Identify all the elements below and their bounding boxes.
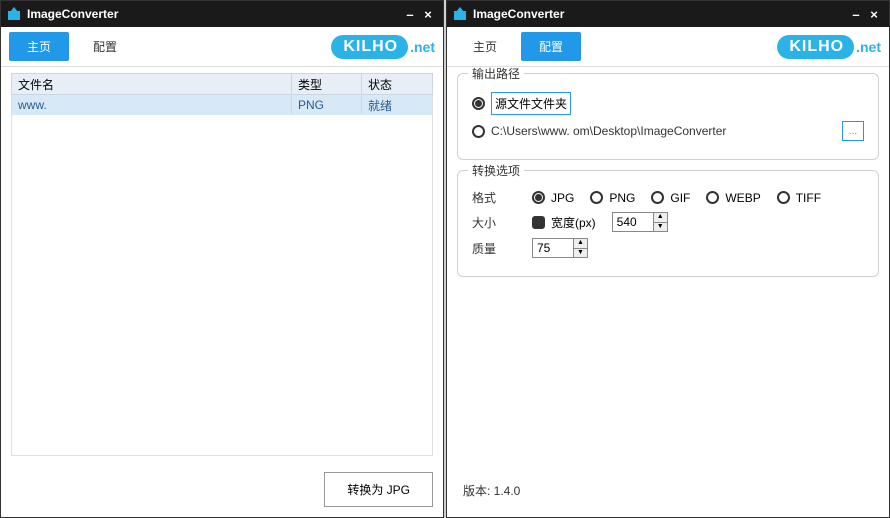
spin-down-icon[interactable]: ▼ bbox=[574, 249, 587, 258]
radio-icon bbox=[532, 191, 545, 204]
convert-button[interactable]: 转换为 JPG bbox=[324, 472, 433, 507]
width-field[interactable] bbox=[613, 213, 653, 231]
app-icon bbox=[7, 7, 21, 21]
table-body[interactable]: www. PNG 就绪 bbox=[11, 95, 433, 456]
app-icon bbox=[453, 7, 467, 21]
tab-main[interactable]: 主页 bbox=[455, 32, 515, 61]
close-button[interactable]: × bbox=[419, 5, 437, 23]
tab-main[interactable]: 主页 bbox=[9, 32, 69, 61]
config-window: ImageConverter – × 主页 配置 KILHO .net 输出路径… bbox=[446, 0, 890, 518]
col-status[interactable]: 状态 bbox=[362, 74, 432, 95]
toolbar: 主页 配置 KILHO .net bbox=[1, 27, 443, 67]
radio-custom-path[interactable]: C:\Users\www. om\Desktop\ImageConverter … bbox=[472, 121, 864, 141]
quality-field[interactable] bbox=[533, 239, 573, 257]
quality-input[interactable]: ▲▼ bbox=[532, 238, 588, 258]
spin-down-icon[interactable]: ▼ bbox=[654, 223, 667, 232]
radio-icon bbox=[590, 191, 603, 204]
logo-suffix: .net bbox=[856, 39, 881, 55]
radio-icon bbox=[651, 191, 664, 204]
group-title: 转换选项 bbox=[468, 162, 524, 179]
file-list-panel: 文件名 类型 状态 www. PNG 就绪 bbox=[1, 67, 443, 462]
format-tiff[interactable]: TIFF bbox=[777, 191, 821, 205]
spin-up-icon[interactable]: ▲ bbox=[654, 213, 667, 223]
radio-icon bbox=[777, 191, 790, 204]
bottom-bar: 转换为 JPG bbox=[1, 462, 443, 517]
main-window: ImageConverter – × 主页 配置 KILHO .net 文件名 … bbox=[0, 0, 444, 518]
radio-icon bbox=[472, 125, 485, 138]
format-label: 格式 bbox=[472, 189, 532, 206]
table-header: 文件名 类型 状态 bbox=[11, 73, 433, 95]
spin-up-icon[interactable]: ▲ bbox=[574, 239, 587, 249]
tab-config[interactable]: 配置 bbox=[521, 32, 581, 61]
radio-icon bbox=[706, 191, 719, 204]
titlebar[interactable]: ImageConverter – × bbox=[1, 1, 443, 27]
format-jpg[interactable]: JPG bbox=[532, 191, 574, 205]
app-title: ImageConverter bbox=[27, 7, 118, 21]
table-row[interactable]: www. PNG 就绪 bbox=[12, 95, 432, 115]
logo-suffix: .net bbox=[410, 39, 435, 55]
radio-icon bbox=[472, 97, 485, 110]
logo: KILHO .net bbox=[331, 35, 435, 59]
cell-status: 就绪 bbox=[362, 95, 432, 116]
tab-config[interactable]: 配置 bbox=[75, 32, 135, 61]
close-button[interactable]: × bbox=[865, 5, 883, 23]
logo-text: KILHO bbox=[777, 35, 854, 59]
output-path-group: 输出路径 源文件文件夹 C:\Users\www. om\Desktop\Ima… bbox=[457, 73, 879, 160]
size-label: 大小 bbox=[472, 214, 532, 231]
config-panel: 输出路径 源文件文件夹 C:\Users\www. om\Desktop\Ima… bbox=[447, 67, 889, 517]
minimize-button[interactable]: – bbox=[847, 5, 865, 23]
col-filename[interactable]: 文件名 bbox=[12, 74, 292, 95]
titlebar[interactable]: ImageConverter – × bbox=[447, 1, 889, 27]
toolbar: 主页 配置 KILHO .net bbox=[447, 27, 889, 67]
minimize-button[interactable]: – bbox=[401, 5, 419, 23]
browse-button[interactable]: ... bbox=[842, 121, 864, 141]
cell-type: PNG bbox=[292, 96, 362, 114]
app-title: ImageConverter bbox=[473, 7, 564, 21]
convert-options-group: 转换选项 格式 JPG PNG GIF WEBP TIFF 大小 宽度(px) … bbox=[457, 170, 879, 277]
cell-name: www. bbox=[12, 96, 292, 114]
source-folder-label: 源文件文件夹 bbox=[491, 92, 571, 115]
logo-text: KILHO bbox=[331, 35, 408, 59]
custom-path-text: C:\Users\www. om\Desktop\ImageConverter bbox=[491, 124, 726, 138]
checkbox-icon bbox=[532, 216, 545, 229]
width-toggle[interactable]: 宽度(px) bbox=[532, 214, 596, 231]
logo: KILHO .net bbox=[777, 35, 881, 59]
format-row: 格式 JPG PNG GIF WEBP TIFF bbox=[472, 189, 864, 206]
version-text: 版本: 1.4.0 bbox=[457, 470, 879, 511]
quality-label: 质量 bbox=[472, 240, 532, 257]
width-input[interactable]: ▲▼ bbox=[612, 212, 668, 232]
quality-row: 质量 ▲▼ bbox=[472, 238, 864, 258]
size-row: 大小 宽度(px) ▲▼ bbox=[472, 212, 864, 232]
format-webp[interactable]: WEBP bbox=[706, 191, 760, 205]
col-type[interactable]: 类型 bbox=[292, 74, 362, 95]
radio-source-folder[interactable]: 源文件文件夹 bbox=[472, 92, 864, 115]
group-title: 输出路径 bbox=[468, 67, 524, 82]
format-gif[interactable]: GIF bbox=[651, 191, 690, 205]
format-png[interactable]: PNG bbox=[590, 191, 635, 205]
